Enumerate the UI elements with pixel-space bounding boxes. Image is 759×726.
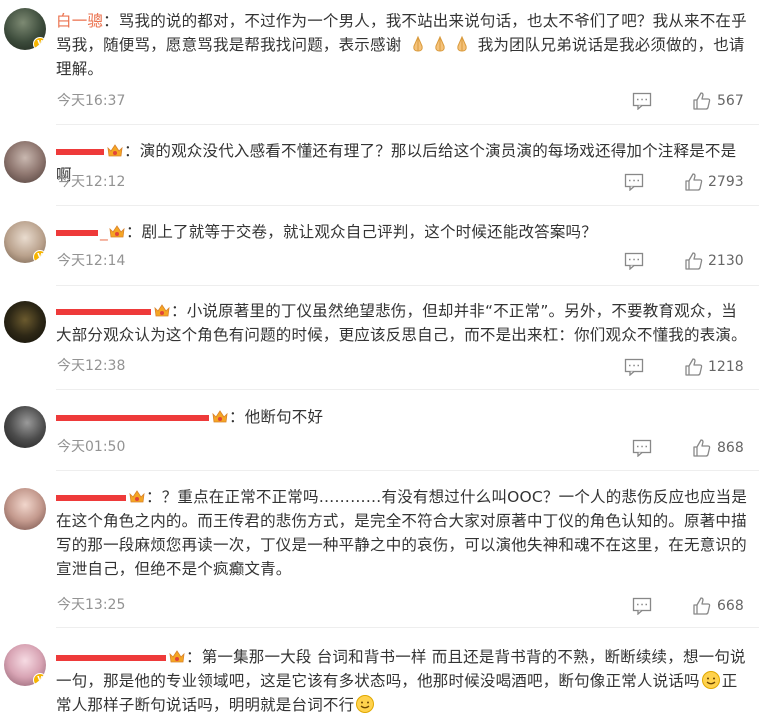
like-count: 668 — [717, 598, 744, 614]
comment-text: ：小说原著里的丁仪虽然绝望悲伤，但却并非“不正常”。另外，不要教育观众，当大部分… — [56, 299, 750, 347]
avatar[interactable] — [4, 488, 46, 530]
like-count: 868 — [717, 440, 744, 456]
comment-item: ：演的观众没代入感看不懂还有理了？那以后给这个演员演的每场戏还得加个注释是不是啊… — [0, 125, 759, 206]
verified-badge-icon: v — [33, 250, 46, 263]
thumbs-up-icon[interactable] — [692, 438, 712, 458]
verified-badge-icon: v — [33, 37, 46, 50]
avatar[interactable] — [4, 406, 46, 448]
thumbs-up-icon[interactable] — [692, 596, 712, 616]
like-count: 567 — [717, 93, 744, 109]
pray-emoji-icon — [434, 35, 445, 52]
username-link[interactable]: 白一骢 — [56, 12, 103, 30]
like-count: 2793 — [708, 174, 744, 190]
pray-emoji-icon — [456, 35, 467, 52]
pray-emoji-icon — [412, 35, 423, 52]
avatar[interactable] — [4, 141, 46, 183]
comment-item: v ：第一集那一大段 台词和背书一样 而且还是背书背的不熟，断断续续，想一句说一… — [0, 628, 759, 726]
timestamp: 今天16:37 — [57, 93, 126, 109]
timestamp: 今天12:12 — [57, 174, 126, 190]
thumbs-up-icon[interactable] — [684, 251, 704, 271]
avatar[interactable] — [4, 301, 46, 343]
avatar[interactable]: v — [4, 221, 46, 263]
timestamp: 今天13:25 — [57, 597, 126, 613]
redacted-username[interactable] — [56, 229, 98, 236]
comment-body: ：？重点在正常不正常吗…………有没有想过什么叫OOC？一个人的悲伤反应也应当是在… — [56, 488, 748, 578]
avatar[interactable]: v — [4, 644, 46, 686]
like-count: 2130 — [708, 253, 744, 269]
timestamp: 今天12:38 — [57, 358, 126, 374]
vip-crown-icon — [154, 304, 170, 317]
comment-text: ：演的观众没代入感看不懂还有理了？那以后给这个演员演的每场戏还得加个注释是不是啊 — [56, 139, 750, 187]
comment-icon[interactable] — [632, 92, 652, 110]
comment-text: _ ：剧上了就等于交卷，就让观众自己评判，这个时候还能改答案吗？ — [56, 220, 750, 244]
redacted-username[interactable] — [56, 414, 209, 421]
redacted-username[interactable] — [56, 308, 151, 315]
comment-body: ：他断句不好 — [229, 408, 324, 426]
vip-crown-icon — [109, 225, 125, 238]
redacted-username[interactable] — [56, 654, 166, 661]
timestamp: 今天01:50 — [57, 439, 126, 455]
smile-emoji-icon — [356, 695, 375, 713]
like-count: 1218 — [708, 359, 744, 375]
comment-item: ：小说原著里的丁仪虽然绝望悲伤，但却并非“不正常”。另外，不要教育观众，当大部分… — [0, 285, 759, 390]
vip-crown-icon — [212, 410, 228, 423]
username-link[interactable]: _ — [100, 223, 108, 241]
comment-text: ：他断句不好 — [56, 405, 750, 429]
comment-body: ：剧上了就等于交卷，就让观众自己评判，这个时候还能改答案吗？ — [125, 223, 597, 241]
comment-icon[interactable] — [624, 358, 644, 376]
vip-crown-icon — [129, 490, 145, 503]
comment-item: v 白一骢：骂我的说的都对，不过作为一个男人，我不站出来说句话，也太不爷们了吧？… — [0, 0, 759, 125]
comment-item: v _ ：剧上了就等于交卷，就让观众自己评判，这个时候还能改答案吗？ 今天12:1… — [0, 205, 759, 286]
redacted-username[interactable] — [56, 148, 104, 155]
verified-badge-icon: v — [33, 673, 46, 686]
comment-icon[interactable] — [632, 597, 652, 615]
timestamp: 今天12:14 — [57, 253, 126, 269]
vip-crown-icon — [107, 144, 123, 157]
thumbs-up-icon[interactable] — [684, 172, 704, 192]
avatar[interactable]: v — [4, 8, 46, 50]
comment-text: ：？重点在正常不正常吗…………有没有想过什么叫OOC？一个人的悲伤反应也应当是在… — [56, 485, 750, 581]
comment-text: ：第一集那一大段 台词和背书一样 而且还是背书背的不熟，断断续续，想一句说一句，… — [56, 645, 750, 717]
comment-icon[interactable] — [632, 439, 652, 457]
comment-item: ：他断句不好 今天01:50 868 — [0, 390, 759, 471]
comment-text: 白一骢：骂我的说的都对，不过作为一个男人，我不站出来说句话，也太不爷们了吧？我从… — [56, 9, 750, 81]
smile-emoji-icon — [701, 671, 720, 689]
vip-crown-icon — [169, 650, 185, 663]
thumbs-up-icon[interactable] — [684, 357, 704, 377]
comment-icon[interactable] — [624, 173, 644, 191]
comment-item: ：？重点在正常不正常吗…………有没有想过什么叫OOC？一个人的悲伤反应也应当是在… — [0, 470, 759, 628]
redacted-username[interactable] — [56, 494, 126, 501]
comment-icon[interactable] — [624, 252, 644, 270]
thumbs-up-icon[interactable] — [692, 91, 712, 111]
